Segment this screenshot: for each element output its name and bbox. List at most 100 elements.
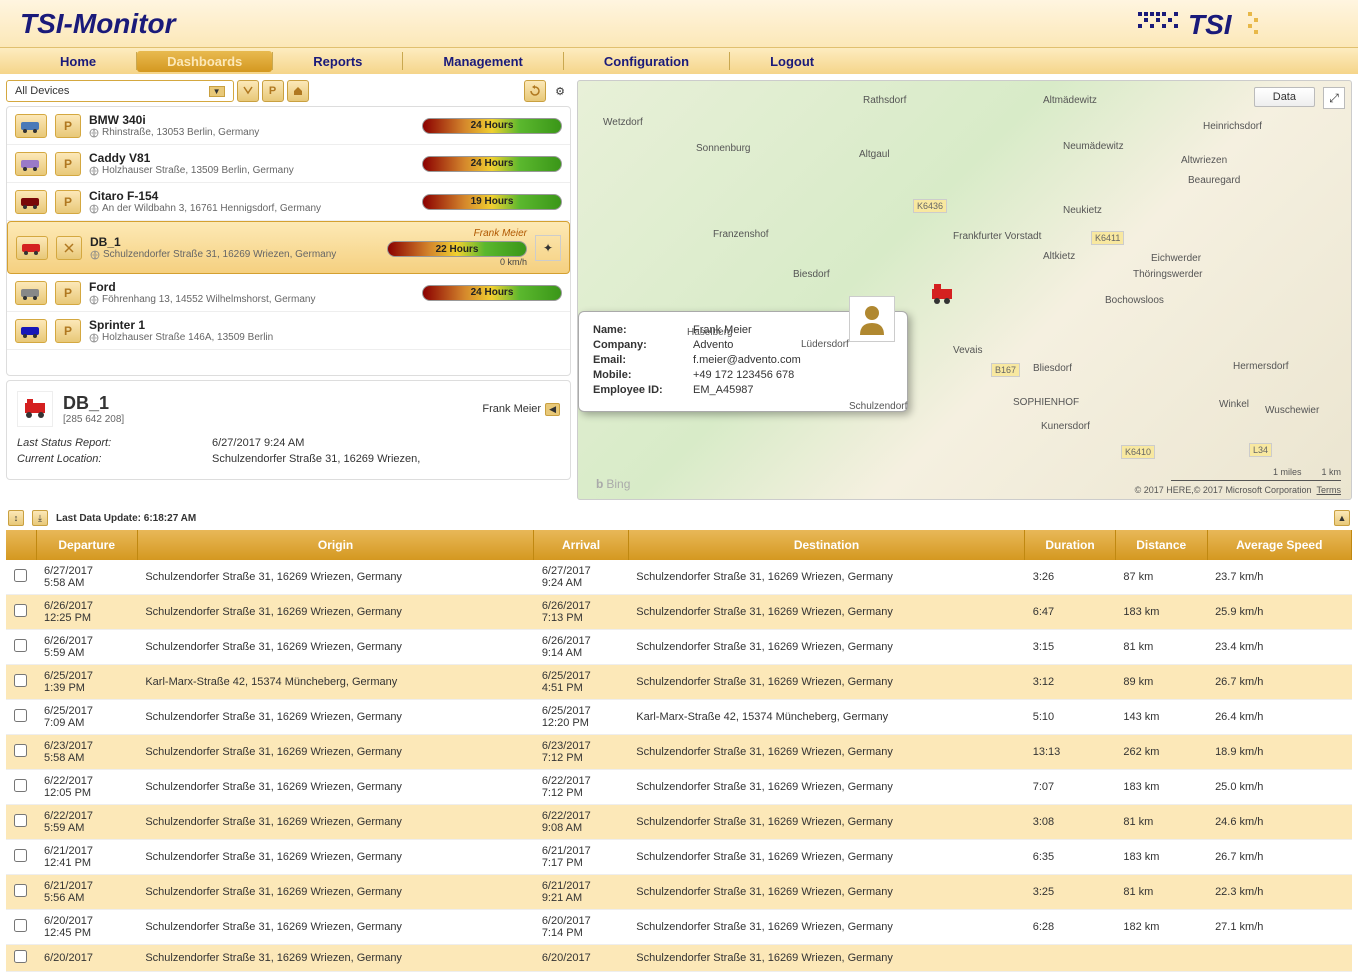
map-road-label: K6410 (1121, 445, 1155, 459)
cell-origin: Schulzendorfer Straße 31, 16269 Wriezen,… (137, 630, 533, 665)
expand-down-btn[interactable]: ⤓ (32, 510, 48, 526)
device-row[interactable]: P Ford Föhrenhang 13, 14552 Wilhelmshors… (7, 274, 570, 312)
location-label: Current Location: (17, 453, 212, 465)
col-header[interactable]: Destination (628, 530, 1024, 560)
cell-destination: Schulzendorfer Straße 31, 16269 Wriezen,… (628, 840, 1024, 875)
map-place-label: Altkietz (1043, 251, 1075, 262)
main-nav: HomeDashboardsReportsManagementConfigura… (0, 48, 1358, 74)
row-checkbox[interactable] (14, 674, 27, 687)
col-header[interactable]: Arrival (534, 530, 628, 560)
cell-distance (1115, 945, 1207, 972)
cell-duration: 6:28 (1025, 910, 1116, 945)
table-row[interactable]: 6/20/2017 12:45 PM Schulzendorfer Straße… (6, 910, 1352, 945)
nav-dashboards[interactable]: Dashboards (137, 51, 272, 72)
table-row[interactable]: 6/21/2017 12:41 PM Schulzendorfer Straße… (6, 840, 1352, 875)
scroll-up-btn[interactable]: ▲ (1334, 510, 1350, 526)
row-checkbox[interactable] (14, 849, 27, 862)
nav-management[interactable]: Management (403, 54, 562, 69)
vehicle-marker[interactable] (928, 281, 956, 309)
device-row[interactable]: P Caddy V81 Holzhauser Straße, 13509 Ber… (7, 145, 570, 183)
map-data-button[interactable]: Data (1254, 87, 1315, 107)
cell-speed (1207, 945, 1351, 972)
hours-bar: 24 Hours (422, 156, 562, 172)
table-row[interactable]: 6/27/2017 5:58 AM Schulzendorfer Straße … (6, 560, 1352, 595)
device-row[interactable]: DB_1 Schulzendorfer Straße 31, 16269 Wri… (7, 221, 570, 274)
last-status-value: 6/27/2017 9:24 AM (212, 437, 304, 449)
table-row[interactable]: 6/23/2017 5:58 AM Schulzendorfer Straße … (6, 735, 1352, 770)
nav-reports[interactable]: Reports (273, 54, 402, 69)
table-row[interactable]: 6/22/2017 12:05 PM Schulzendorfer Straße… (6, 770, 1352, 805)
status-indicator-icon: ✦ (535, 235, 561, 261)
row-checkbox[interactable] (14, 884, 27, 897)
table-row[interactable]: 6/26/2017 12:25 PM Schulzendorfer Straße… (6, 595, 1352, 630)
row-checkbox[interactable] (14, 919, 27, 932)
nav-logout[interactable]: Logout (730, 54, 854, 69)
cell-departure: 6/21/2017 5:56 AM (36, 875, 137, 910)
map-place-label: Winkel (1219, 399, 1249, 410)
map-place-label: Altmädewitz (1043, 95, 1097, 106)
row-checkbox[interactable] (14, 744, 27, 757)
device-address: Schulzendorfer Straße 31, 16269 Wriezen,… (90, 249, 379, 260)
map-road-label: B167 (991, 363, 1020, 377)
scale-miles: 1 miles (1273, 467, 1302, 477)
row-checkbox[interactable] (14, 604, 27, 617)
cell-distance: 182 km (1115, 910, 1207, 945)
row-checkbox[interactable] (14, 639, 27, 652)
cell-arrival: 6/21/2017 9:21 AM (534, 875, 628, 910)
map-place-label: Eichwerder (1151, 253, 1201, 264)
col-header[interactable]: Distance (1115, 530, 1207, 560)
refresh-btn[interactable] (524, 80, 546, 102)
cell-speed: 23.4 km/h (1207, 630, 1351, 665)
table-row[interactable]: 6/21/2017 5:56 AM Schulzendorfer Straße … (6, 875, 1352, 910)
row-checkbox[interactable] (14, 779, 27, 792)
location-value: Schulzendorfer Straße 31, 16269 Wriezen, (212, 453, 420, 465)
map-expand-icon[interactable]: ⤢ (1323, 87, 1345, 109)
row-checkbox[interactable] (14, 814, 27, 827)
settings-btn[interactable]: ⚙ (549, 80, 571, 102)
cell-origin: Schulzendorfer Straße 31, 16269 Wriezen,… (137, 875, 533, 910)
col-header[interactable]: Duration (1025, 530, 1116, 560)
map-view[interactable]: Data ⤢ Name:Frank MeierCompany:AdventoEm… (577, 80, 1352, 500)
cell-distance: 262 km (1115, 735, 1207, 770)
cell-departure: 6/21/2017 12:41 PM (36, 840, 137, 875)
vehicle-icon (15, 152, 47, 176)
device-filter-select[interactable]: All Devices ▼ (6, 80, 234, 102)
col-header[interactable]: Origin (137, 530, 533, 560)
collapse-vertical-btn[interactable]: ↕ (8, 510, 24, 526)
parking-filter-btn[interactable]: P (262, 80, 284, 102)
cell-arrival: 6/25/2017 12:20 PM (534, 700, 628, 735)
map-place-label: Bliesdorf (1033, 363, 1072, 374)
nav-home[interactable]: Home (20, 54, 136, 69)
device-row[interactable]: P Citaro F-154 An der Wildbahn 3, 16761 … (7, 183, 570, 221)
vehicle-icon (15, 281, 47, 305)
home-filter-btn[interactable] (287, 80, 309, 102)
table-row[interactable]: 6/20/2017 Schulzendorfer Straße 31, 1626… (6, 945, 1352, 972)
detail-driver[interactable]: Frank Meier ◀ (482, 403, 560, 416)
popup-value: f.meier@advento.com (693, 354, 801, 366)
cell-destination: Schulzendorfer Straße 31, 16269 Wriezen,… (628, 630, 1024, 665)
trip-table: DepartureOriginArrivalDestinationDuratio… (6, 530, 1352, 972)
device-row[interactable]: P Sprinter 1 Holzhauser Straße 146A, 135… (7, 312, 570, 350)
table-row[interactable]: 6/26/2017 5:59 AM Schulzendorfer Straße … (6, 630, 1352, 665)
table-row[interactable]: 6/22/2017 5:59 AM Schulzendorfer Straße … (6, 805, 1352, 840)
table-row[interactable]: 6/25/2017 7:09 AM Schulzendorfer Straße … (6, 700, 1352, 735)
cell-distance: 183 km (1115, 840, 1207, 875)
row-checkbox[interactable] (14, 709, 27, 722)
device-address: Holzhauser Straße 146A, 13509 Berlin (89, 332, 554, 343)
row-checkbox[interactable] (14, 950, 27, 963)
col-header[interactable]: Average Speed (1207, 530, 1351, 560)
device-row[interactable]: P BMW 340i Rhinstraße, 13053 Berlin, Ger… (7, 107, 570, 145)
cell-duration: 13:13 (1025, 735, 1116, 770)
map-place-label: Rathsdorf (863, 95, 906, 106)
filter-btn-1[interactable] (237, 80, 259, 102)
nav-configuration[interactable]: Configuration (564, 54, 729, 69)
map-terms-link[interactable]: Terms (1317, 485, 1342, 495)
cell-duration: 7:07 (1025, 770, 1116, 805)
row-checkbox[interactable] (14, 569, 27, 582)
table-row[interactable]: 6/25/2017 1:39 PM Karl-Marx-Straße 42, 1… (6, 665, 1352, 700)
device-detail-panel: DB_1 [285 642 208] Frank Meier ◀ Last St… (6, 380, 571, 480)
popup-value: Advento (693, 339, 733, 351)
cell-arrival: 6/27/2017 9:24 AM (534, 560, 628, 595)
cell-destination: Schulzendorfer Straße 31, 16269 Wriezen,… (628, 910, 1024, 945)
col-header[interactable]: Departure (36, 530, 137, 560)
